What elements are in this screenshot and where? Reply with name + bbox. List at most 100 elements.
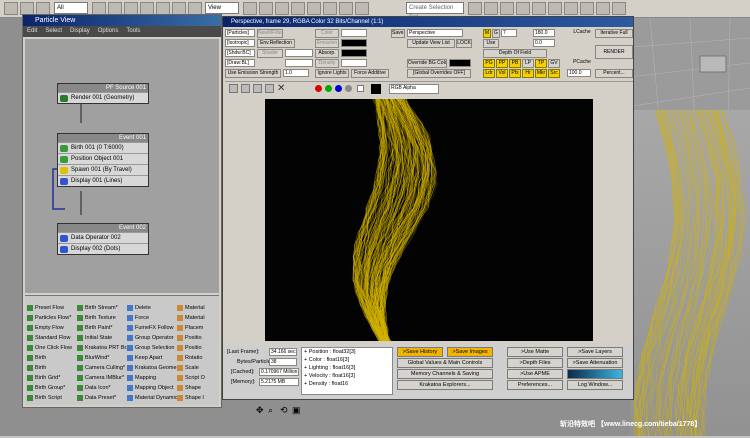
- depot-operator[interactable]: Shape: [177, 384, 217, 392]
- particle-view-canvas[interactable]: PF Source 001 Render 001 (Geometry) Even…: [25, 39, 219, 293]
- depot-operator[interactable]: Camera Culling*: [77, 364, 127, 372]
- particles-field[interactable]: [Particles]: [225, 29, 255, 37]
- render-button[interactable]: RENDER: [595, 45, 633, 59]
- global-overrides-button[interactable]: [Global Overrides OFF]: [407, 69, 471, 78]
- align-icon[interactable]: [484, 2, 498, 15]
- density-swatch[interactable]: [341, 59, 367, 67]
- percent-button[interactable]: Percent...: [595, 69, 633, 78]
- rendered-image[interactable]: [265, 98, 593, 342]
- channels-list[interactable]: + Position : float32[3] + Color : float1…: [301, 347, 393, 395]
- pb-toggle[interactable]: PB: [509, 59, 521, 68]
- depot-operator[interactable]: Krakatoa PRT Br...: [77, 344, 127, 352]
- depot-operator[interactable]: Particles Flow*: [27, 314, 77, 322]
- alpha-channel-icon[interactable]: [345, 85, 352, 92]
- depot-operator[interactable]: Material: [177, 304, 217, 312]
- shader-button[interactable]: Shader: [257, 49, 283, 58]
- select-manipulate-icon[interactable]: [259, 2, 273, 15]
- absorption-swatch[interactable]: [341, 49, 367, 57]
- named-selection-icon[interactable]: [355, 2, 369, 15]
- newmfilter-button[interactable]: NewMFilter: [257, 29, 283, 38]
- menu-options[interactable]: Options: [98, 28, 119, 34]
- g-value-field[interactable]: 7: [501, 29, 517, 37]
- lp-toggle[interactable]: LP: [522, 59, 534, 68]
- pan-icon[interactable]: ✥: [256, 405, 264, 416]
- m-toggle[interactable]: M: [483, 29, 491, 38]
- use-matte-button[interactable]: >Use Matte: [507, 347, 563, 357]
- bg-color-swatch[interactable]: [449, 59, 471, 67]
- pivot-icon[interactable]: [243, 2, 257, 15]
- angle-field[interactable]: 180.0: [533, 29, 555, 37]
- depot-operator[interactable]: Material Dynamic: [127, 394, 177, 402]
- depot-operator[interactable]: Birth Paint*: [77, 324, 127, 332]
- keyboard-shortcut-icon[interactable]: [275, 2, 289, 15]
- zoom-icon[interactable]: ⌕: [268, 405, 273, 416]
- depot-operator[interactable]: Preset Flow: [27, 304, 77, 312]
- depot-operator[interactable]: Placem: [177, 324, 217, 332]
- pfx-toggle[interactable]: Pfx: [509, 69, 521, 78]
- render-icon[interactable]: [612, 2, 626, 15]
- depot-operator[interactable]: Mapping: [127, 374, 177, 382]
- material-editor-icon[interactable]: [564, 2, 578, 15]
- orbit-icon[interactable]: ⟲: [280, 405, 288, 416]
- depth-files-button[interactable]: >Depth Files: [507, 358, 563, 368]
- pp-toggle[interactable]: PP: [496, 59, 508, 68]
- emission-button[interactable]: Emission: [315, 39, 339, 48]
- save-layers-button[interactable]: >Save Layers: [567, 347, 623, 357]
- emission-swatch[interactable]: [341, 39, 367, 47]
- use-button[interactable]: Use: [483, 39, 499, 48]
- depot-operator[interactable]: Group Operator: [127, 334, 177, 342]
- depot-operator[interactable]: Mapping Object: [127, 384, 177, 392]
- depth-of-field-button[interactable]: Depth Of Field: [483, 49, 547, 58]
- gv-toggle[interactable]: GV: [548, 59, 560, 68]
- reference-coord-dropdown[interactable]: View: [205, 2, 239, 14]
- depot-operator[interactable]: BlurWind*: [77, 354, 127, 362]
- event-002-node[interactable]: Event 002 Data Operator 002 Display 002 …: [57, 223, 149, 255]
- snap-icon[interactable]: [291, 2, 305, 15]
- ignore-lights-button[interactable]: Ignore Lights: [315, 69, 349, 78]
- depot-operator[interactable]: Birth: [27, 364, 77, 372]
- depot-operator[interactable]: Rotatio: [177, 354, 217, 362]
- pg-toggle[interactable]: PG: [483, 59, 495, 68]
- color-swatch[interactable]: [341, 29, 367, 37]
- force-additive-button[interactable]: Force Additive: [351, 69, 389, 78]
- viewport-dropdown[interactable]: Perspective: [407, 29, 463, 37]
- render-setup-icon[interactable]: [580, 2, 594, 15]
- pf-source-node[interactable]: PF Source 001 Render 001 (Geometry): [57, 83, 149, 104]
- depot-operator[interactable]: Group Selection: [127, 344, 177, 352]
- log-window-button[interactable]: Log Window...: [567, 380, 623, 390]
- save-button[interactable]: Save...: [391, 29, 405, 38]
- depot-operator[interactable]: One Click Flow: [27, 344, 77, 352]
- use-apme-button[interactable]: >Use APME: [507, 369, 563, 379]
- angle-snap-icon[interactable]: [307, 2, 321, 15]
- depot-operator[interactable]: Birth Texture: [77, 314, 127, 322]
- depot-operator[interactable]: Birth Stream*: [77, 304, 127, 312]
- save-images-button[interactable]: >Save Images: [447, 347, 493, 357]
- node-operator[interactable]: Display 002 (Dots): [58, 243, 148, 254]
- green-channel-icon[interactable]: [325, 85, 332, 92]
- clear-icon[interactable]: ✕: [277, 83, 285, 94]
- menu-edit[interactable]: Edit: [27, 28, 37, 34]
- mirror-icon[interactable]: [468, 2, 482, 15]
- memory-channels-button[interactable]: Memory Channels & Saving: [397, 369, 493, 379]
- percent-snap-icon[interactable]: [323, 2, 337, 15]
- depot-operator[interactable]: FumeFX Follow: [127, 324, 177, 332]
- node-operator[interactable]: Display 001 (Lines): [58, 175, 148, 186]
- layer-manager-icon[interactable]: [500, 2, 514, 15]
- depot-operator[interactable]: Material: [177, 314, 217, 322]
- override-bg-color-button[interactable]: Override BG Color: [407, 59, 447, 68]
- env-reflection-button[interactable]: Env.Reflection: [257, 39, 295, 48]
- depot-operator[interactable]: Data Icon*: [77, 384, 127, 392]
- rendered-frame-icon[interactable]: [596, 2, 610, 15]
- shdw-field[interactable]: [Shdw:BC]: [225, 49, 255, 57]
- depot-operator[interactable]: Birth Script: [27, 394, 77, 402]
- tp-toggle[interactable]: TP: [535, 59, 547, 68]
- particle-view-title[interactable]: Particle View: [23, 15, 221, 26]
- use-emission-strength-button[interactable]: Use Emission Strength: [225, 69, 281, 78]
- value-field[interactable]: [285, 59, 313, 67]
- vol-toggle[interactable]: Vol: [496, 69, 508, 78]
- depot-operator[interactable]: Krakatoa Geome...: [127, 364, 177, 372]
- density-button[interactable]: Density: [315, 59, 339, 68]
- absorption-button[interactable]: Absorp.: [315, 49, 339, 58]
- depot-operator[interactable]: Delete: [127, 304, 177, 312]
- save-attenuation-button[interactable]: >Save Attenuation: [567, 358, 623, 368]
